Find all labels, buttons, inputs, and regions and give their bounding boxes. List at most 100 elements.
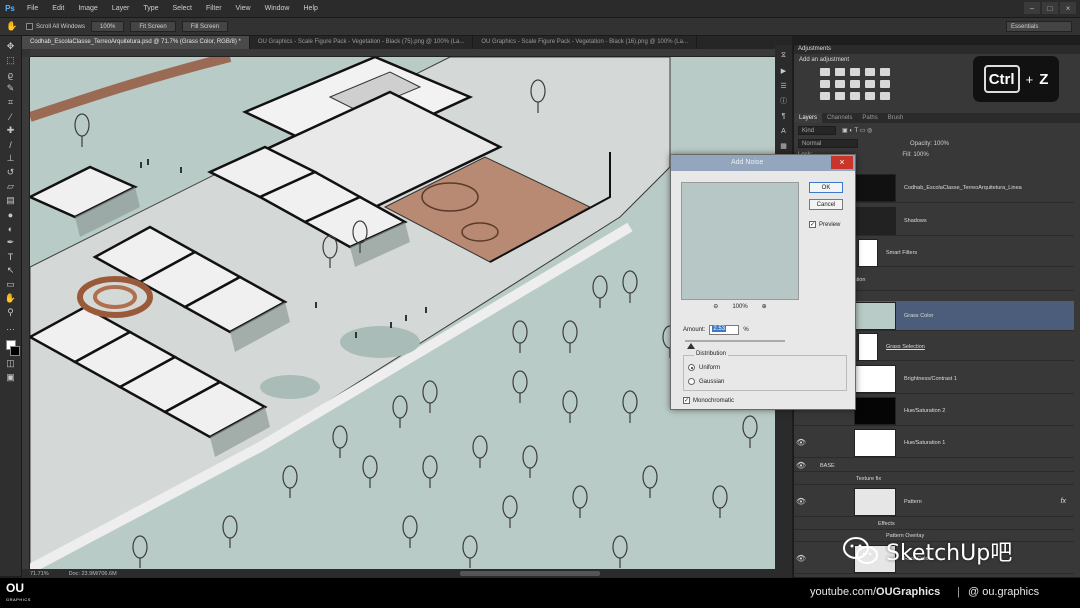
posterize-icon[interactable]: [835, 92, 845, 100]
history-panel-icon[interactable]: ⧖: [778, 51, 790, 61]
menu-window[interactable]: Window: [258, 5, 297, 12]
close-icon[interactable]: ×: [1060, 2, 1076, 14]
more-tools-icon[interactable]: …: [3, 320, 19, 333]
eyedropper-tool-icon[interactable]: ⁄: [3, 110, 19, 123]
layer-row[interactable]: 👁 Hue/Saturation 1: [794, 428, 1074, 458]
zoom-100-button[interactable]: 100%: [91, 21, 125, 32]
move-tool-icon[interactable]: ✥: [3, 40, 19, 53]
brightness-contrast-icon[interactable]: [820, 68, 830, 76]
brush-tool-icon[interactable]: /: [3, 138, 19, 151]
shape-tool-icon[interactable]: ▭: [3, 278, 19, 291]
levels-icon[interactable]: [835, 68, 845, 76]
layer-filter-kind[interactable]: Kind: [798, 126, 836, 135]
properties-panel-icon[interactable]: ☰: [778, 81, 790, 91]
menu-help[interactable]: Help: [297, 5, 325, 12]
blur-tool-icon[interactable]: ●: [3, 208, 19, 221]
zoom-out-icon[interactable]: ⊖: [713, 303, 718, 310]
hand-tool-icon[interactable]: ✋: [4, 20, 20, 33]
tab-paths[interactable]: Paths: [857, 113, 882, 123]
vibrance-icon[interactable]: [880, 68, 890, 76]
selective-color-icon[interactable]: [880, 92, 890, 100]
paragraph-panel-icon[interactable]: ¶: [778, 111, 790, 121]
curves-icon[interactable]: [850, 68, 860, 76]
swatches-panel-icon[interactable]: ▦: [778, 141, 790, 151]
background-color-swatch[interactable]: [9, 346, 20, 356]
menu-image[interactable]: Image: [71, 5, 104, 12]
healing-tool-icon[interactable]: ✚: [3, 124, 19, 137]
menu-layer[interactable]: Layer: [105, 5, 137, 12]
visibility-eye-icon[interactable]: 👁: [794, 438, 808, 447]
uniform-radio-row[interactable]: Uniform: [688, 364, 720, 371]
zoom-tool-icon[interactable]: ⚲: [3, 306, 19, 319]
actions-panel-icon[interactable]: ▶: [778, 66, 790, 76]
tab-channels[interactable]: Channels: [822, 113, 857, 123]
gaussian-radio-row[interactable]: Gaussian: [688, 378, 724, 385]
invert-icon[interactable]: [820, 92, 830, 100]
uniform-radio[interactable]: [688, 364, 695, 371]
quick-mask-icon[interactable]: ◫: [3, 357, 19, 370]
minimize-icon[interactable]: –: [1024, 2, 1040, 14]
menu-file[interactable]: File: [20, 5, 45, 12]
dodge-tool-icon[interactable]: ◐: [3, 222, 19, 235]
close-icon[interactable]: ×: [831, 156, 853, 169]
preview-checkbox[interactable]: ✓ Preview: [809, 221, 840, 228]
photo-filter-icon[interactable]: [865, 80, 875, 88]
blend-mode-select[interactable]: Normal: [798, 139, 858, 148]
horizontal-scrollbar[interactable]: [460, 571, 600, 576]
character-panel-icon[interactable]: A: [778, 126, 790, 136]
filter-icons[interactable]: ▣ ◐ T ▭ ◎: [842, 127, 872, 134]
cancel-button[interactable]: Cancel: [809, 199, 843, 210]
type-tool-icon[interactable]: T: [3, 250, 19, 263]
stamp-tool-icon[interactable]: ⊥: [3, 152, 19, 165]
layer-group-row[interactable]: 👁 BASE: [794, 460, 1074, 472]
fill-screen-button[interactable]: Fill Screen: [181, 21, 229, 32]
adjustments-tab[interactable]: Adjustments: [794, 45, 1080, 54]
maximize-icon[interactable]: □: [1042, 2, 1058, 14]
hand-tool-icon[interactable]: ✋: [3, 292, 19, 305]
doc-tab-vegetation-16[interactable]: OU Graphics - Scale Figure Pack - Vegeta…: [473, 36, 697, 49]
gradient-map-icon[interactable]: [865, 92, 875, 100]
screen-mode-icon[interactable]: ▣: [3, 371, 19, 384]
threshold-icon[interactable]: [850, 92, 860, 100]
amount-slider-track[interactable]: [685, 340, 785, 342]
layer-group-row[interactable]: Texture fix: [794, 473, 1074, 485]
tab-layers[interactable]: Layers: [794, 113, 823, 123]
amount-slider-handle[interactable]: [687, 343, 695, 349]
info-panel-icon[interactable]: ⓘ: [778, 96, 790, 106]
visibility-eye-icon[interactable]: 👁: [794, 554, 808, 563]
dialog-title-bar[interactable]: Add Noise ×: [671, 155, 855, 171]
gaussian-radio[interactable]: [688, 378, 695, 385]
menu-select[interactable]: Select: [166, 5, 199, 12]
zoom-in-icon[interactable]: ⊕: [762, 303, 767, 310]
channel-mixer-icon[interactable]: [880, 80, 890, 88]
tab-brush[interactable]: Brush: [883, 113, 909, 123]
eraser-tool-icon[interactable]: ▱: [3, 180, 19, 193]
zoom-readout[interactable]: 71.71%: [30, 571, 49, 577]
layer-effects-icon[interactable]: fx: [1061, 498, 1066, 505]
menu-edit[interactable]: Edit: [45, 5, 71, 12]
amount-input[interactable]: 2.53: [709, 325, 740, 335]
color-balance-icon[interactable]: [835, 80, 845, 88]
monochromatic-checkbox[interactable]: ✓ Monochromatic: [683, 397, 734, 404]
menu-view[interactable]: View: [229, 5, 258, 12]
gradient-tool-icon[interactable]: ▤: [3, 194, 19, 207]
menu-type[interactable]: Type: [136, 5, 165, 12]
path-select-tool-icon[interactable]: ↖: [3, 264, 19, 277]
ok-button[interactable]: OK: [809, 182, 843, 193]
lasso-tool-icon[interactable]: ϱ: [3, 68, 19, 81]
opacity-field[interactable]: Opacity: 100%: [910, 141, 949, 147]
filter-preview[interactable]: [681, 182, 799, 300]
visibility-eye-icon[interactable]: 👁: [794, 461, 808, 470]
layer-row[interactable]: 👁 Pattern fx: [794, 487, 1074, 517]
scroll-all-windows-checkbox[interactable]: Scroll All Windows: [26, 23, 85, 30]
layer-effects-row[interactable]: Effects: [794, 519, 1074, 530]
history-brush-icon[interactable]: ↺: [3, 166, 19, 179]
black-white-icon[interactable]: [850, 80, 860, 88]
quick-select-tool-icon[interactable]: ✎: [3, 82, 19, 95]
crop-tool-icon[interactable]: ⌗: [3, 96, 19, 109]
exposure-icon[interactable]: [865, 68, 875, 76]
marquee-tool-icon[interactable]: ⬚: [3, 54, 19, 67]
fill-field[interactable]: Fill: 100%: [902, 152, 928, 158]
workspace-select[interactable]: Essentials: [1006, 21, 1072, 32]
doc-tab-escola[interactable]: Codhab_EscolaClasse_TerreoArquitetura.ps…: [22, 36, 250, 49]
